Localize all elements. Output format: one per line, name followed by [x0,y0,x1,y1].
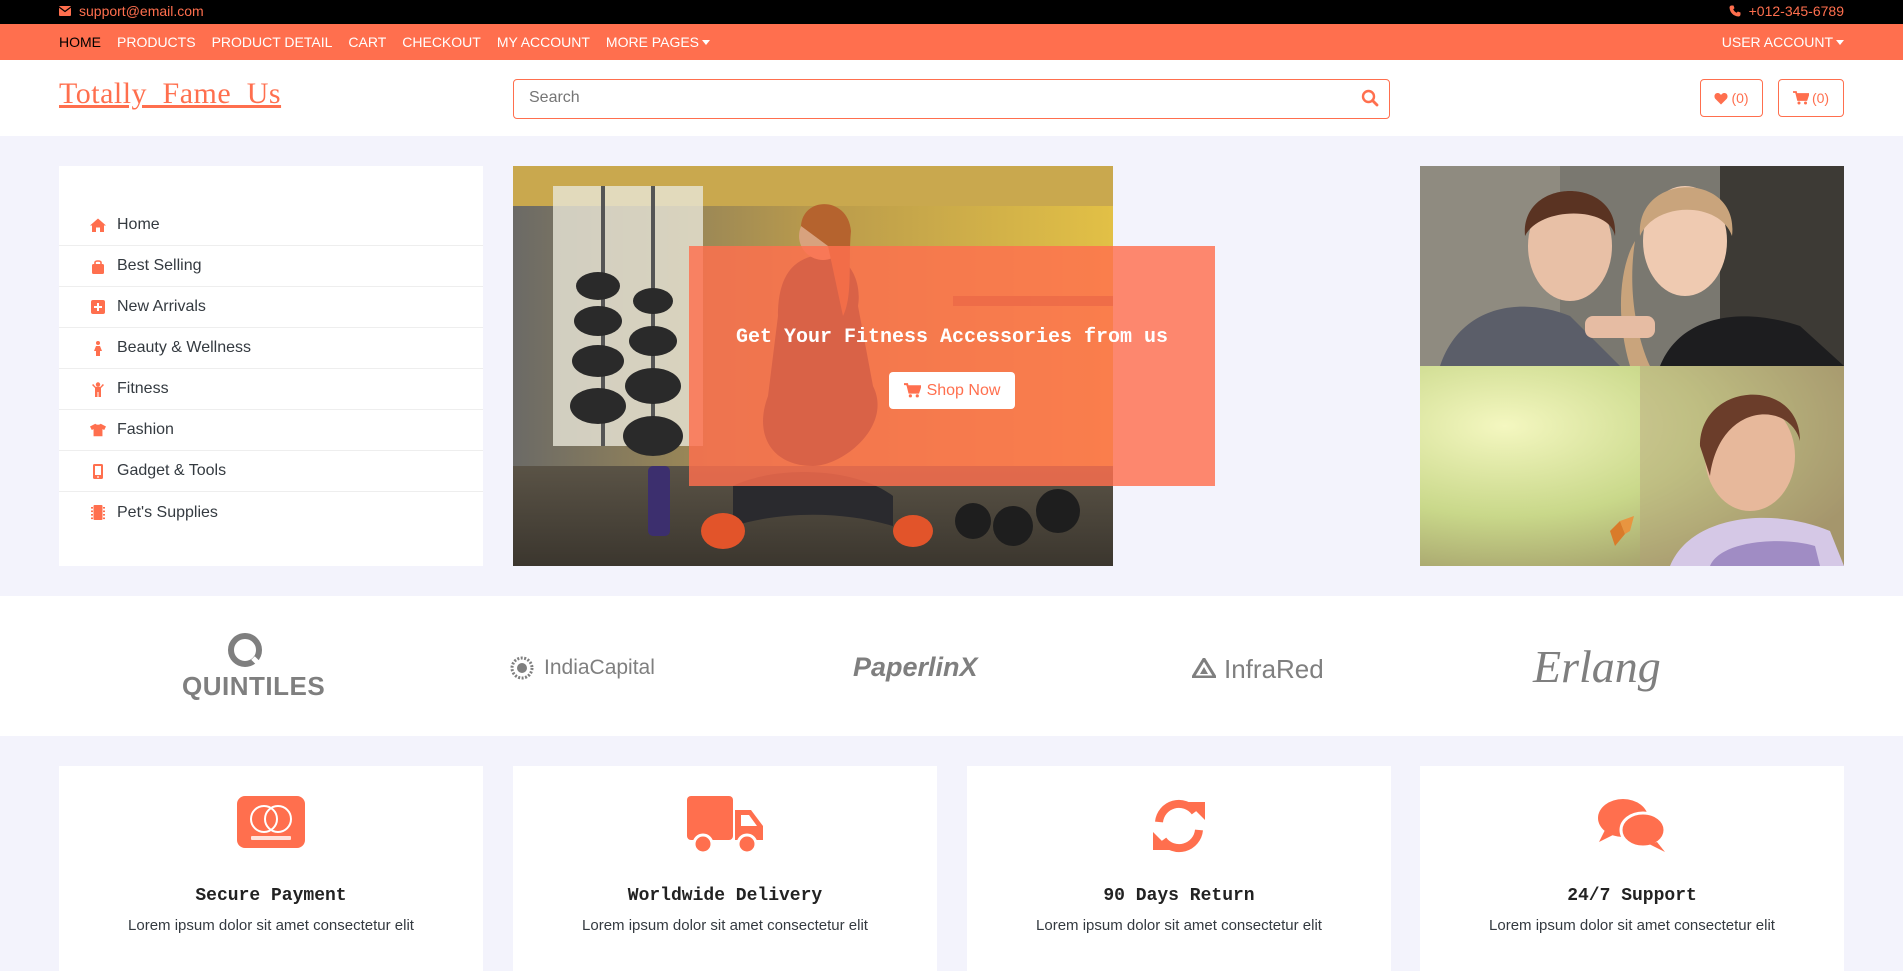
microchip-icon [90,505,106,521]
category-label: Beauty & Wellness [117,339,251,356]
nav-items: HOME PRODUCTS PRODUCT DETAIL CART CHECKO… [59,24,711,60]
brand-name: IndiaCapital [544,656,655,679]
feature-card-support: 24/7 Support Lorem ipsum dolor sit amet … [1420,766,1844,971]
promo-image-top[interactable] [1420,166,1844,366]
shopping-cart-icon [1792,91,1809,105]
brand-name: InfraRed [1224,654,1324,684]
phone-icon [1729,5,1741,17]
brand-name: Erlang [1533,641,1661,692]
nav-checkout[interactable]: CHECKOUT [402,34,481,50]
site-logo[interactable]: Totally_Fame_Us [59,77,281,111]
user-account-dropdown[interactable]: USER ACCOUNT [1722,24,1844,60]
hero-overlay: Get Your Fitness Accessories from us Sho… [689,246,1215,486]
shopping-cart-icon [903,383,921,398]
brand-logo-quintiles[interactable]: QUINTILES [180,632,325,702]
site-header: Totally_Fame_Us (0) (0) [0,60,1903,136]
phone-text: +012-345-6789 [1748,3,1844,19]
promo-image-bottom[interactable] [1420,366,1844,566]
user-account-label: USER ACCOUNT [1721,34,1833,50]
category-item-best-selling[interactable]: Best Selling [59,246,483,287]
caret-down-icon [702,39,711,45]
brand-logos: QUINTILES IndiaCapital PaperlinX InfraRe… [0,596,1903,736]
nav-cart[interactable]: CART [348,34,386,50]
heart-icon [1714,92,1728,104]
category-item-beauty-wellness[interactable]: Beauty & Wellness [59,328,483,369]
feature-title: 24/7 Support [1567,886,1697,906]
feature-title: 90 Days Return [1103,886,1255,906]
plus-square-icon [90,299,106,315]
nav-products[interactable]: PRODUCTS [117,34,196,50]
search-box [513,79,1390,119]
comments-icon [1420,796,1844,854]
brand-name: PaperlinX [853,652,978,682]
category-label: Gadget & Tools [117,462,227,479]
sync-icon [967,796,1391,856]
category-item-home[interactable]: Home [59,205,483,246]
tshirt-icon [90,422,106,438]
brand-name: QUINTILES [182,671,326,701]
category-item-gadget-tools[interactable]: Gadget & Tools [59,451,483,492]
feature-title: Worldwide Delivery [627,886,823,906]
wishlist-count: (0) [1731,90,1749,106]
truck-icon [513,796,937,856]
brand-logo-indiacapital[interactable]: IndiaCapital [510,654,670,684]
top-bar: support@email.com +012-345-6789 [0,0,1903,24]
envelope-icon [59,6,71,16]
brand-logo-paperlinx[interactable]: PaperlinX [853,650,1003,684]
infrared-logo-icon [1192,658,1216,678]
mobile-icon [90,463,106,479]
nav-home[interactable]: HOME [59,34,101,50]
brand-logo-erlang[interactable]: Erlang [1533,636,1673,696]
nav-more-pages-dropdown[interactable]: MORE PAGES [606,34,711,50]
shopping-bag-icon [90,258,106,274]
nav-more-pages[interactable]: MORE PAGES [606,34,699,50]
indiacapital-logo-icon [510,656,534,680]
email-text: support@email.com [79,3,204,19]
cart-button[interactable]: (0) [1778,79,1844,117]
child-icon [90,381,106,397]
category-label: Best Selling [117,257,202,274]
shop-now-label: Shop Now [926,381,1001,399]
nav-my-account[interactable]: MY ACCOUNT [497,34,590,50]
category-sidebar: Home Best Selling New Arrivals Beauty & … [59,166,483,566]
caret-down-icon [1836,39,1844,45]
feature-card-secure-payment: Secure Payment Lorem ipsum dolor sit ame… [59,766,483,971]
feature-card-90-days-return: 90 Days Return Lorem ipsum dolor sit ame… [967,766,1391,971]
category-item-pets-supplies[interactable]: Pet's Supplies [59,492,483,533]
category-item-fitness[interactable]: Fitness [59,369,483,410]
brand-logo-infrared[interactable]: InfraRed [1192,653,1342,684]
contact-email[interactable]: support@email.com [59,3,204,19]
cart-count: (0) [1811,90,1830,106]
feature-title: Secure Payment [195,886,347,906]
feature-description: Lorem ipsum dolor sit amet consectetur e… [582,917,868,934]
category-label: Fitness [117,380,169,397]
feature-description: Lorem ipsum dolor sit amet consectetur e… [128,917,414,934]
main-navbar: HOME PRODUCTS PRODUCT DETAIL CART CHECKO… [0,24,1903,60]
category-label: New Arrivals [117,298,206,315]
contact-phone[interactable]: +012-345-6789 [1729,3,1844,19]
category-label: Pet's Supplies [117,503,218,521]
feature-card-worldwide-delivery: Worldwide Delivery Lorem ipsum dolor sit… [513,766,937,971]
category-label: Fashion [117,421,174,438]
category-item-new-arrivals[interactable]: New Arrivals [59,287,483,328]
category-list: Home Best Selling New Arrivals Beauty & … [59,205,483,533]
category-item-fashion[interactable]: Fashion [59,410,483,451]
feature-description: Lorem ipsum dolor sit amet consectetur e… [1036,917,1322,934]
nav-product-detail[interactable]: PRODUCT DETAIL [212,34,333,50]
quintiles-logo-icon [228,633,263,668]
female-icon [90,340,106,356]
search-input[interactable] [529,89,1309,107]
shop-now-button[interactable]: Shop Now [889,372,1015,409]
mastercard-icon [59,796,483,848]
home-icon [90,217,106,233]
search-icon[interactable] [1361,89,1379,112]
feature-description: Lorem ipsum dolor sit amet consectetur e… [1489,917,1775,934]
hero-title: Get Your Fitness Accessories from us [735,326,1169,349]
wishlist-button[interactable]: (0) [1700,79,1763,117]
category-label: Home [117,216,160,233]
